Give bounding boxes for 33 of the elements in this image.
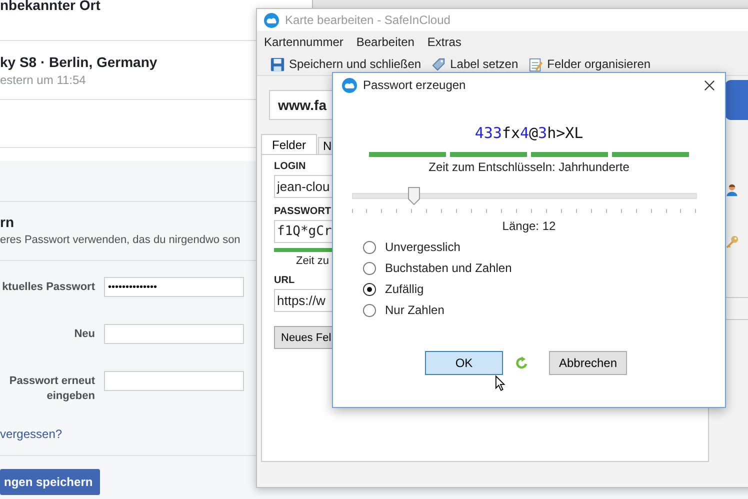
field-label: PASSWORT: [274, 206, 332, 217]
strength-text: Zeit zu: [296, 255, 330, 267]
password-field[interactable]: ••••••••••••••: [104, 277, 244, 297]
field-label: Neu: [73, 327, 95, 342]
option-label[interactable]: Buchstaben und Zahlen: [385, 261, 512, 275]
field-label: ktuelles Passwort: [1, 280, 95, 295]
dialog-title: Passwort erzeugen: [363, 78, 466, 92]
strength-text: Zeit zum Entschlüsseln: Jahrhunderte: [428, 160, 630, 174]
save-changes-button[interactable]: ngen speichern: [0, 469, 100, 495]
length-label: Länge: 12: [502, 219, 556, 233]
menu-item[interactable]: Extras: [427, 35, 462, 49]
toolbar-button[interactable]: Speichern und schließen: [267, 56, 424, 72]
section-title: rn: [0, 214, 14, 230]
forgot-link[interactable]: vergessen?: [0, 427, 62, 441]
tab[interactable]: Felder: [261, 134, 318, 154]
location-text: nbekannter Ort: [0, 0, 100, 13]
menu-item[interactable]: Bearbeiten: [356, 35, 414, 49]
option-label[interactable]: Unvergesslich: [385, 240, 460, 254]
option-label[interactable]: Zufällig: [385, 282, 424, 296]
section-description: eres Passwort verwenden, das du nirgendwo son: [0, 234, 240, 246]
ok-button[interactable]: OK: [425, 351, 503, 375]
cancel-button[interactable]: Abbrechen: [549, 351, 627, 375]
window-title: Karte bearbeiten - SafeInCloud: [285, 13, 450, 27]
session-time: estern um 11:54: [0, 72, 86, 86]
menu-item[interactable]: Kartennummer: [264, 35, 344, 49]
session-device: ky S8 · Berlin, Germany: [0, 54, 158, 70]
field-label: URL: [274, 275, 295, 286]
field-label: LOGIN: [274, 161, 306, 172]
field-label: Passwort erneut eingeben: [8, 374, 95, 404]
generated-password: 433fx4@3h>XL: [474, 124, 584, 142]
toolbar-button[interactable]: Felder organisieren: [525, 56, 654, 72]
toolbar-button[interactable]: Label setzen: [428, 56, 522, 72]
option-label[interactable]: Nur Zahlen: [385, 303, 444, 317]
